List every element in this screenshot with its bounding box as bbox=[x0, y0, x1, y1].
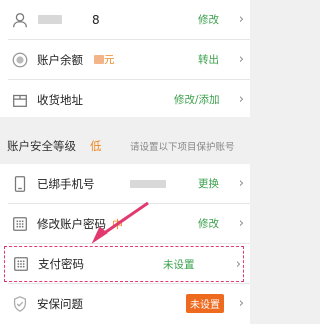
account-info-group: 8 修改 › 账户余额 元 转出 › 收货地址 修改/添加 › bbox=[0, 0, 250, 117]
user-icon bbox=[10, 10, 30, 30]
masked-balance-amount bbox=[94, 55, 104, 64]
security-question-badge[interactable]: 未设置 bbox=[186, 294, 224, 313]
masked-phone-number bbox=[130, 179, 166, 188]
security-question-row[interactable]: 安保问题 未设置 › bbox=[0, 284, 250, 323]
chevron-right-icon: › bbox=[238, 176, 244, 191]
pay-keypad-icon bbox=[11, 254, 31, 274]
chevron-right-icon: › bbox=[235, 256, 241, 272]
account-password-row[interactable]: 修改账户密码 中 修改 › bbox=[0, 204, 250, 243]
address-label: 收货地址 bbox=[37, 92, 83, 107]
chevron-right-icon: › bbox=[238, 92, 244, 107]
change-phone-button[interactable]: 更换 bbox=[198, 176, 219, 191]
withdraw-button[interactable]: 转出 bbox=[198, 52, 219, 67]
security-hint: 请设置以下项目保护账号 bbox=[130, 142, 235, 153]
coin-icon bbox=[10, 50, 30, 70]
password-keypad-icon bbox=[10, 214, 30, 234]
shield-icon bbox=[10, 294, 30, 314]
chevron-right-icon: › bbox=[238, 296, 244, 311]
package-icon bbox=[10, 90, 30, 110]
edit-address-button[interactable]: 修改/添加 bbox=[174, 92, 220, 107]
security-level-title: 账户安全等级 bbox=[7, 139, 76, 153]
password-strength: 中 bbox=[112, 217, 123, 231]
user-number-fragment: 8 bbox=[92, 12, 100, 27]
security-level-value: 低 bbox=[90, 139, 102, 153]
masked-username bbox=[38, 15, 62, 24]
chevron-right-icon: › bbox=[238, 52, 244, 67]
payment-password-row[interactable]: 支付密码 未设置 › bbox=[4, 246, 244, 282]
balance-unit: 元 bbox=[104, 54, 115, 66]
chevron-right-icon: › bbox=[238, 12, 244, 27]
security-level-header: 账户安全等级 低 请设置以下项目保护账号 bbox=[0, 130, 250, 162]
payment-password-label: 支付密码 bbox=[38, 257, 84, 271]
change-password-button[interactable]: 修改 bbox=[198, 216, 219, 231]
security-items-group: 已绑手机号 更换 › 修改账户密码 中 修改 › 支付密码 未设置 › 安保问题… bbox=[0, 164, 250, 324]
phone-icon bbox=[10, 174, 30, 194]
address-row[interactable]: 收货地址 修改/添加 › bbox=[0, 80, 250, 119]
balance-label: 账户余额 bbox=[37, 52, 83, 67]
balance-row[interactable]: 账户余额 元 转出 › bbox=[0, 40, 250, 79]
user-row[interactable]: 8 修改 › bbox=[0, 0, 250, 39]
phone-label: 已绑手机号 bbox=[37, 176, 95, 191]
chevron-right-icon: › bbox=[238, 216, 244, 231]
security-question-label: 安保问题 bbox=[37, 296, 83, 311]
phone-row[interactable]: 已绑手机号 更换 › bbox=[0, 164, 250, 203]
payment-password-status[interactable]: 未设置 bbox=[163, 257, 195, 272]
account-password-label: 修改账户密码 bbox=[37, 216, 106, 231]
edit-user-button[interactable]: 修改 bbox=[198, 12, 219, 27]
